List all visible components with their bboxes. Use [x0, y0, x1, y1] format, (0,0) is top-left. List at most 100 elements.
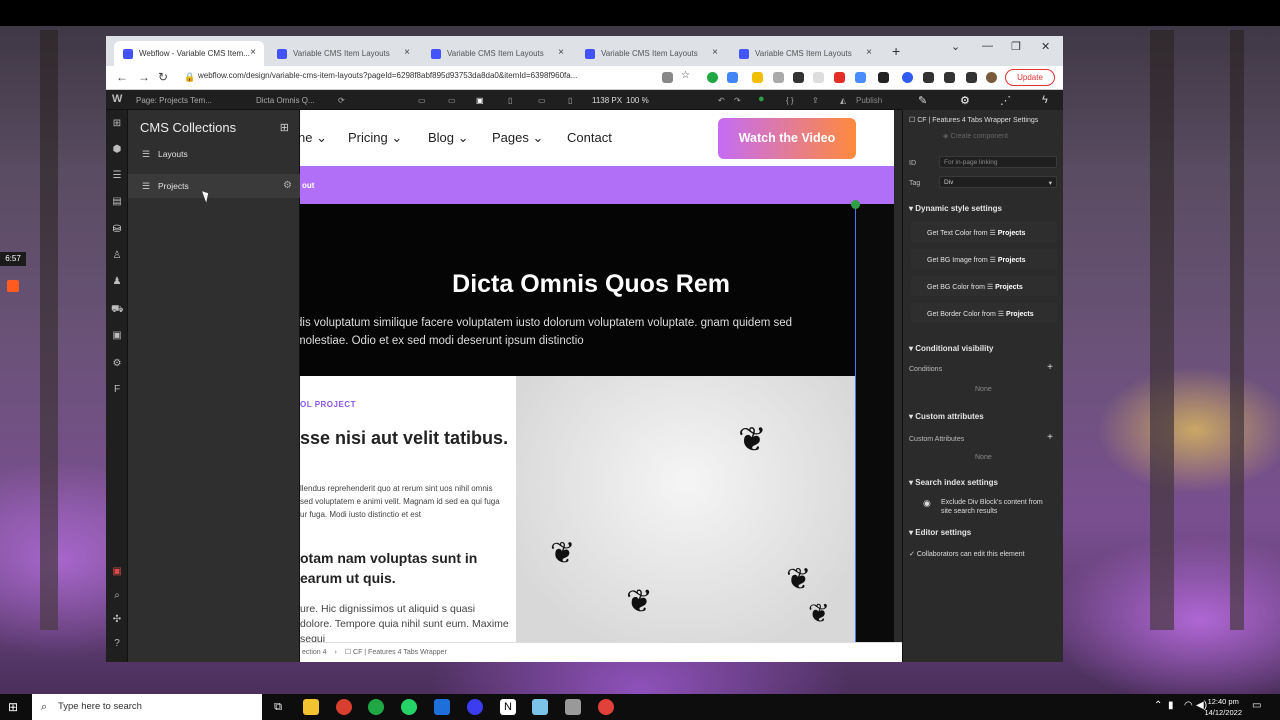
dynamic-style-heading[interactable]: ▾ Dynamic style settings — [909, 204, 1002, 213]
url-field[interactable]: webflow.com/design/variable-cms-item-lay… — [198, 71, 648, 80]
side-panel-icon[interactable] — [966, 72, 977, 83]
apps-icon[interactable]: ✣ — [111, 614, 123, 626]
network-icon[interactable]: ◠ — [1184, 700, 1193, 711]
back-icon[interactable]: ← — [116, 70, 128, 84]
settings-gear-icon[interactable]: ⚙ — [111, 358, 123, 370]
dynamic-border-color-row[interactable]: Get Border Color from ☰ Projects — [911, 303, 1057, 323]
puzzle-extensions-icon[interactable] — [923, 72, 934, 83]
design-canvas[interactable]: ne ⌄ Pricing ⌄ Blog ⌄ Pages ⌄ Contact Wa… — [300, 110, 894, 642]
reading-list-icon[interactable] — [944, 72, 955, 83]
share-icon[interactable] — [662, 72, 673, 83]
browser-tab[interactable]: Variable CMS Item Layouts × — [576, 41, 726, 66]
chrome-icon[interactable] — [336, 699, 352, 715]
nav-link-pricing[interactable]: Pricing ⌄ — [348, 130, 402, 146]
dynamic-bg-image-row[interactable]: Get BG Image from ☰ Projects — [911, 249, 1057, 269]
extension-icon[interactable] — [752, 72, 763, 83]
add-condition-icon[interactable]: + — [1047, 362, 1053, 373]
app-icon[interactable] — [368, 699, 384, 715]
interactions-tab-bolt-icon[interactable]: ϟ — [1042, 94, 1048, 106]
extension-icon[interactable] — [813, 72, 824, 83]
breakpoint-icon[interactable]: ▭ — [448, 96, 456, 105]
extension-icon[interactable] — [902, 72, 913, 83]
collection-settings-gear-icon[interactable]: ⚙ — [283, 174, 292, 198]
taskbar-clock[interactable]: 12:40 pm 14/12/2022 — [1204, 696, 1242, 718]
symbols-icon[interactable]: ⬢ — [111, 144, 123, 156]
browser-tab[interactable]: Variable CMS Item Layouts × — [422, 41, 572, 66]
editor-settings-heading[interactable]: ▾ Editor settings — [909, 528, 971, 537]
exclude-search-toggle[interactable]: ◉ — [923, 498, 931, 509]
app-icon[interactable] — [532, 699, 548, 715]
browser-tab[interactable]: Variable CMS Item Layouts × — [268, 41, 418, 66]
help-icon[interactable]: ? — [111, 638, 123, 650]
browser-tab[interactable]: Webflow - Variable CMS Item... × — [114, 41, 264, 66]
breakpoint-tablet-icon[interactable]: ▯ — [508, 96, 512, 105]
cms-item-selector[interactable]: Dicta Omnis Q... — [256, 96, 315, 105]
extension-icon[interactable] — [878, 72, 889, 83]
webflow-logo-icon[interactable]: W — [112, 93, 122, 105]
app-icon[interactable] — [467, 699, 483, 715]
cart-icon[interactable]: ⛟ — [111, 304, 124, 316]
tray-icon[interactable]: ▮ — [1168, 700, 1174, 711]
record-stop-button[interactable] — [7, 280, 19, 292]
whatsapp-icon[interactable] — [401, 699, 417, 715]
breadcrumb-item[interactable]: CF | Features 4 Tabs Wrapper — [353, 649, 447, 656]
pages-icon[interactable]: ▤ — [111, 196, 123, 208]
settings-tab-gear-icon[interactable]: ⚙ — [960, 94, 970, 107]
taskbar-search-input[interactable]: ⌕ Type here to search — [32, 694, 262, 720]
add-elements-icon[interactable]: ⊞ — [111, 118, 123, 130]
chrome-canary-icon[interactable] — [598, 699, 614, 715]
notifications-icon[interactable]: ▭ — [1252, 700, 1261, 711]
close-tab-icon[interactable]: × — [250, 47, 256, 58]
browser-tab[interactable]: Variable CMS Item Layouts × — [730, 41, 880, 66]
code-icon[interactable]: { } — [786, 96, 794, 105]
nav-link-pages[interactable]: Pages ⌄ — [492, 130, 543, 146]
cms-database-icon[interactable]: ⛁ — [111, 224, 123, 236]
task-view-icon[interactable]: ⧉ — [270, 699, 286, 715]
ecommerce-icon[interactable]: ♙ — [111, 250, 123, 262]
collection-item-projects[interactable]: ☰ Projects ⚙ — [128, 174, 300, 198]
selection-handle[interactable] — [851, 200, 860, 209]
extension-icon[interactable] — [793, 72, 804, 83]
youtube-extension-icon[interactable] — [834, 72, 845, 83]
navigator-icon[interactable]: ☰ — [111, 170, 123, 182]
tag-select[interactable]: Div ▾ — [939, 176, 1057, 188]
custom-attributes-heading[interactable]: ▾ Custom attributes — [909, 412, 984, 421]
forward-icon[interactable]: → — [138, 70, 150, 84]
record-icon[interactable]: ▣ — [111, 566, 123, 578]
extension-icon[interactable] — [855, 72, 866, 83]
extension-icon[interactable] — [707, 72, 718, 83]
update-button[interactable]: Update — [1005, 69, 1055, 86]
conditional-visibility-heading[interactable]: ▾ Conditional visibility — [909, 344, 993, 353]
profile-avatar[interactable] — [986, 72, 997, 83]
style-manager-tab-icon[interactable]: ⋰ — [1000, 94, 1011, 107]
export-icon[interactable]: ⇪ — [812, 96, 819, 105]
finsweet-extension-icon[interactable]: F — [111, 384, 123, 396]
tray-chevron-icon[interactable]: ⌃ — [1154, 700, 1162, 711]
breakpoint-landscape-icon[interactable]: ▭ — [538, 96, 546, 105]
extension-icon[interactable] — [727, 72, 738, 83]
close-tab-icon[interactable]: × — [712, 47, 718, 58]
tab-search-icon[interactable]: ⌄ — [951, 40, 960, 53]
notion-icon[interactable]: N — [500, 699, 516, 715]
id-input[interactable]: For in-page linking — [939, 156, 1057, 168]
breakpoint-icon[interactable]: ▭ — [418, 96, 426, 105]
extension-icon[interactable] — [773, 72, 784, 83]
search-icon[interactable]: ⌕ — [111, 590, 123, 602]
assets-icon[interactable]: ▣ — [111, 330, 123, 342]
watch-video-button[interactable]: Watch the Video — [718, 118, 856, 159]
search-index-heading[interactable]: ▾ Search index settings — [909, 478, 998, 487]
refresh-item-icon[interactable]: ⟳ — [338, 96, 345, 105]
close-tab-icon[interactable]: × — [866, 47, 872, 58]
create-component-button[interactable]: ◈ Create component — [943, 132, 1008, 140]
nav-link-home[interactable]: ne ⌄ — [300, 130, 327, 146]
add-collection-icon[interactable]: ⊞ — [280, 121, 289, 134]
breadcrumb-item[interactable]: ection 4 — [302, 649, 327, 656]
file-explorer-icon[interactable] — [303, 699, 319, 715]
nav-link-contact[interactable]: Contact — [567, 130, 612, 145]
collection-item-layouts[interactable]: ☰ Layouts — [128, 142, 300, 166]
app-icon[interactable] — [565, 699, 581, 715]
bookmark-star-icon[interactable]: ☆ — [681, 70, 692, 81]
dynamic-bg-color-row[interactable]: Get BG Color from ☰ Projects — [911, 276, 1057, 296]
add-attribute-icon[interactable]: + — [1047, 432, 1053, 443]
vscode-icon[interactable] — [434, 699, 450, 715]
